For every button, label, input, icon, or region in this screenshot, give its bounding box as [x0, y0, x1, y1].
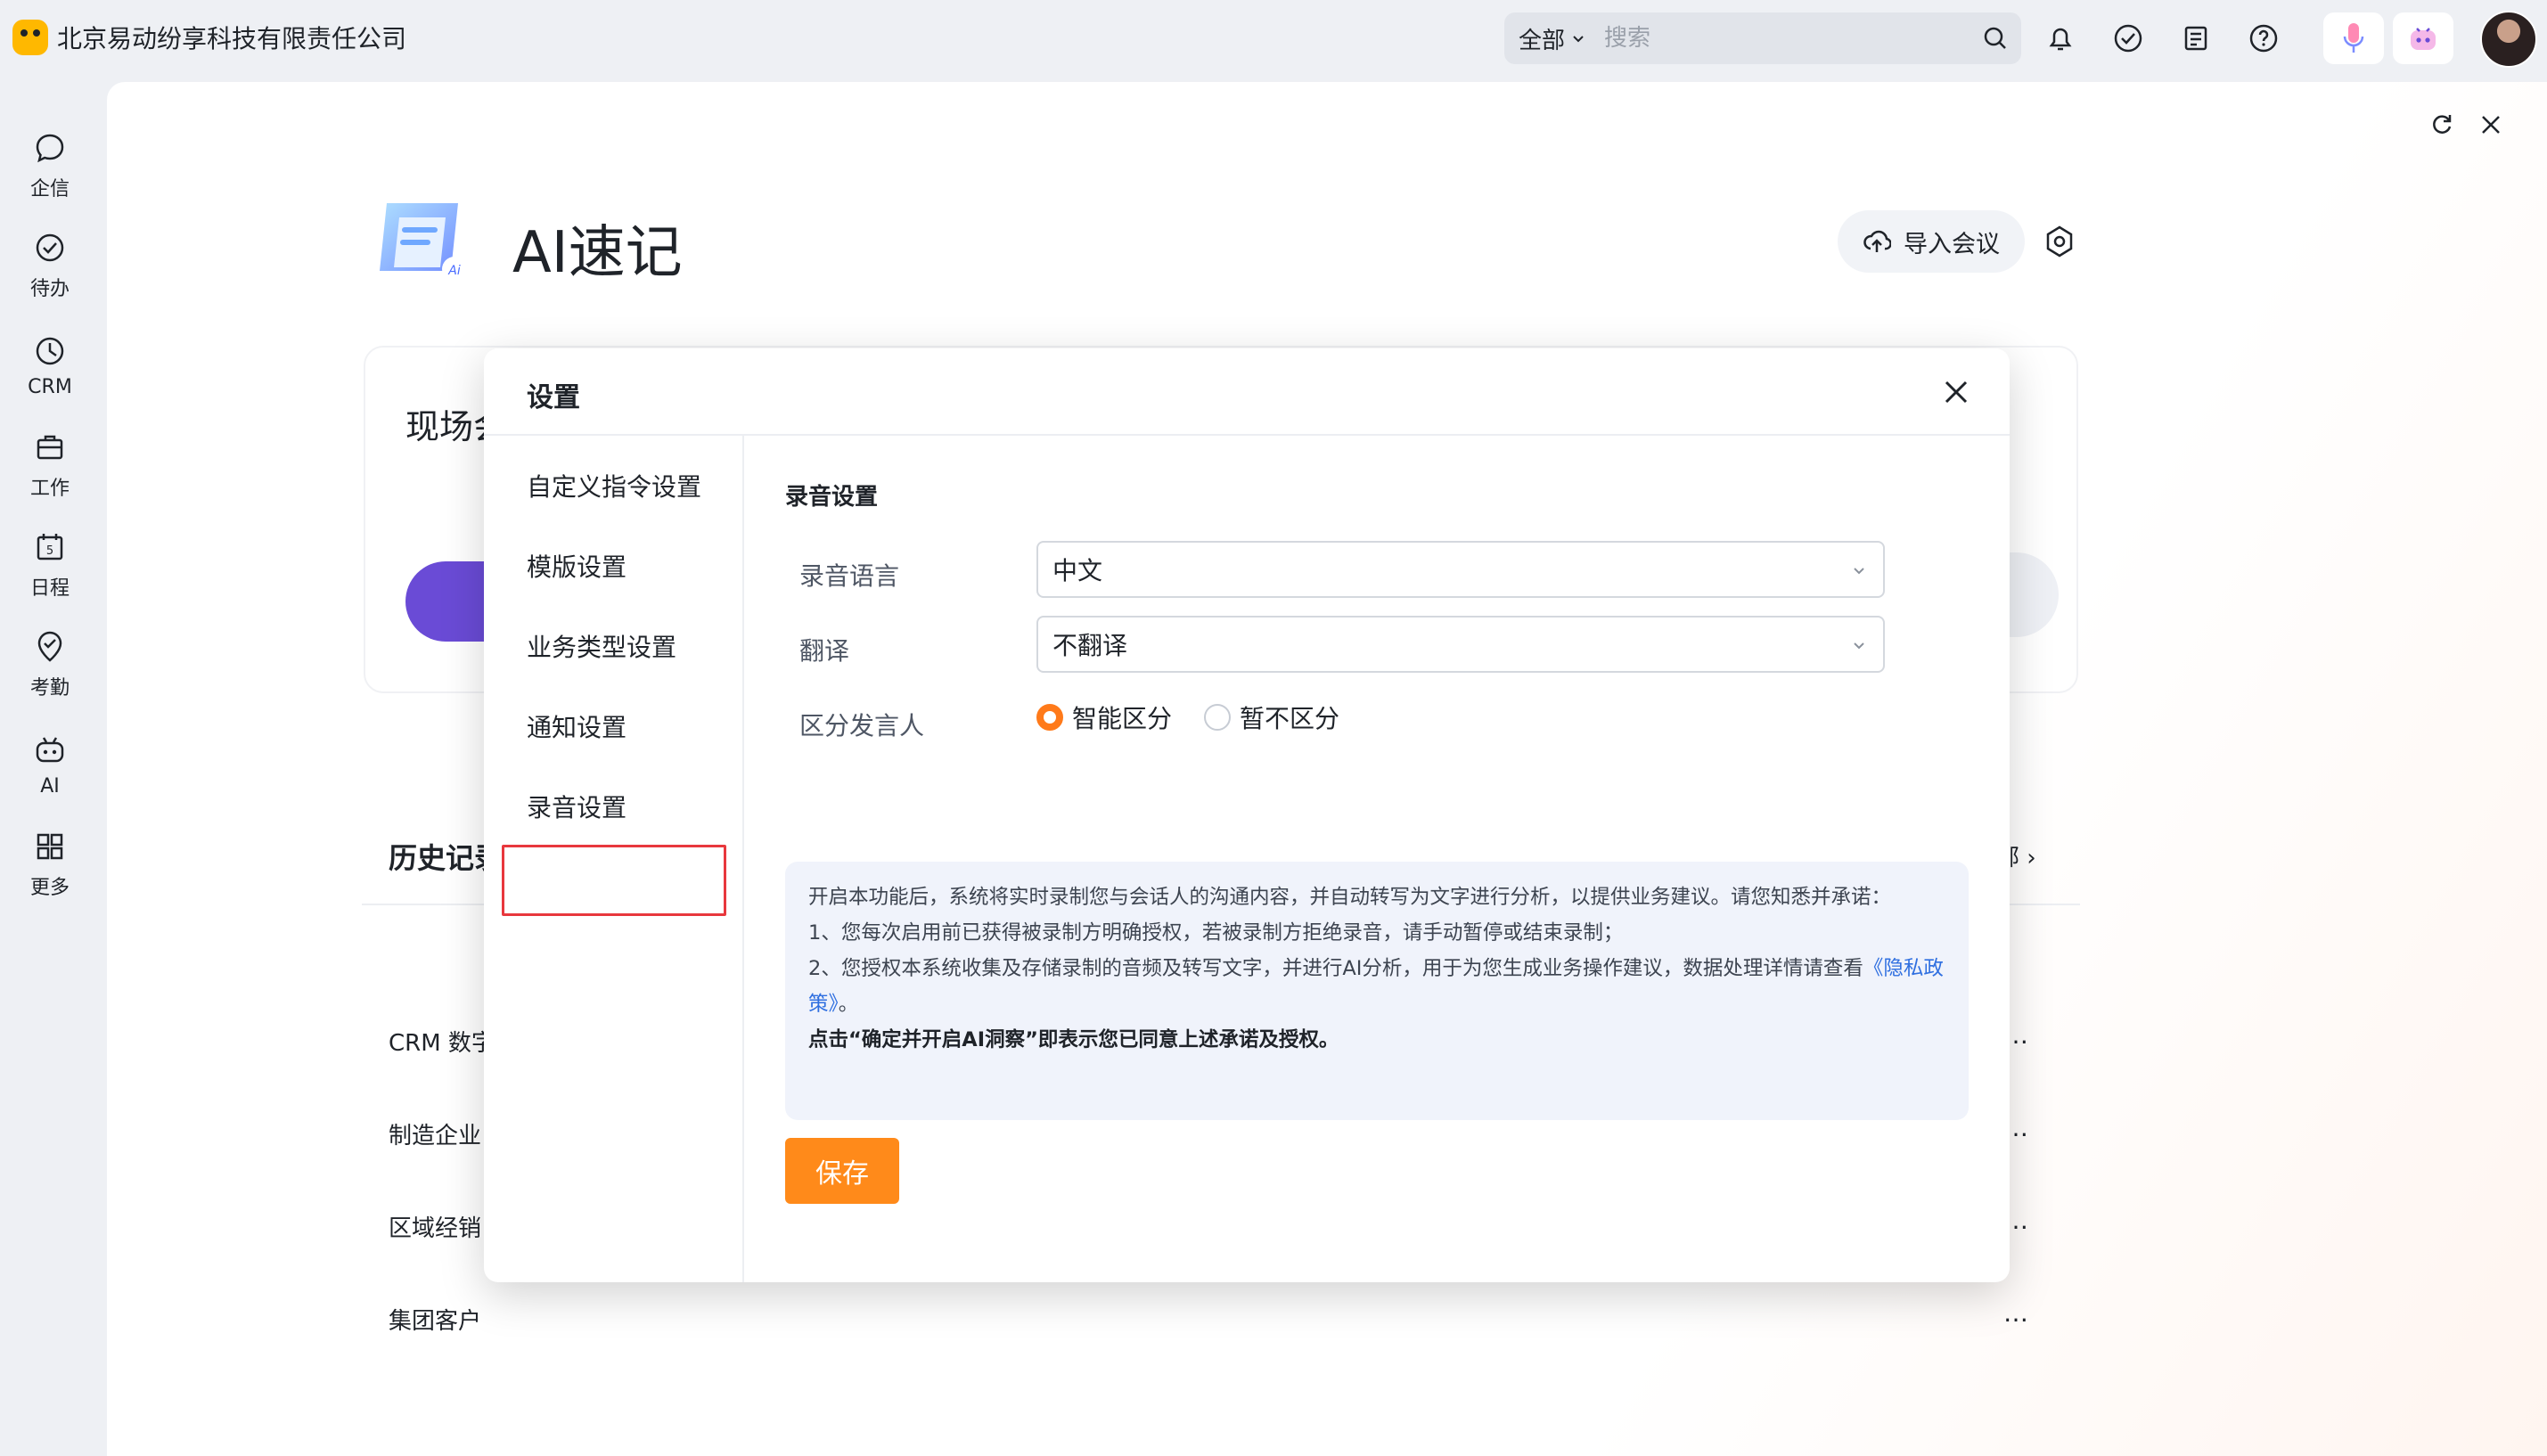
nav-label: 日程: [29, 577, 70, 600]
sidebar-item-business-types[interactable]: 业务类型设置: [527, 628, 676, 664]
microphone-icon[interactable]: [2323, 12, 2384, 64]
briefcase-icon: [37, 435, 63, 460]
notice-confirm: 点击“确定并开启AI洞察”即表示您已同意上述承诺及授权。: [808, 1028, 1339, 1051]
translate-select[interactable]: 不翻译: [1036, 616, 1885, 673]
translate-label: 翻译: [799, 636, 850, 666]
nav-item-messages[interactable]: 企信: [0, 116, 100, 216]
radio-smart-speaker[interactable]: 智能区分: [1036, 699, 1172, 735]
document-icon[interactable]: [2175, 18, 2216, 59]
modal-close-icon[interactable]: [1934, 370, 1978, 414]
grid-icon: [37, 833, 63, 860]
recording-notice: 开启本功能后，系统将实时录制您与会话人的沟通内容，并自动转写为文字进行分析，以提…: [785, 862, 1969, 1120]
nav-label: CRM: [28, 375, 72, 398]
search-icon[interactable]: [1970, 12, 2021, 64]
nav-label: 待办: [29, 278, 70, 300]
sidebar-item-notifications[interactable]: 通知设置: [527, 708, 627, 744]
speaker-label: 区分发言人: [799, 711, 925, 740]
nav-item-todo[interactable]: 待办: [0, 216, 100, 315]
radio-no-speaker[interactable]: 暂不区分: [1204, 699, 1339, 735]
nav-item-work[interactable]: 工作: [0, 415, 100, 515]
check-circle-icon: [36, 233, 64, 262]
notice-paragraph: 1、您每次启用前已获得被录制方明确授权，若被录制方拒绝录音，请手动暂停或结束录制…: [808, 921, 1624, 945]
sidebar-item-custom-commands[interactable]: 自定义指令设置: [527, 468, 701, 503]
recording-settings-panel: 录音设置 录音语言 中文 翻译 不翻译 区分发言人 智能区分 暂不区分 开启本功…: [744, 436, 2010, 1282]
radio-dot: [1204, 704, 1232, 731]
ai-notes-logo-icon: Ai: [380, 203, 467, 282]
user-avatar[interactable]: [2480, 11, 2537, 68]
bell-icon[interactable]: [2040, 18, 2081, 59]
notice-paragraph: 开启本功能后，系统将实时录制您与会话人的沟通内容，并自动转写为文字进行分析，以提…: [808, 886, 1892, 909]
help-icon[interactable]: [2243, 18, 2284, 59]
company-logo-icon: [12, 20, 48, 55]
selected-sidebar-highlight: [502, 845, 726, 916]
nav-item-crm[interactable]: CRM: [0, 315, 100, 415]
svg-text:5: 5: [46, 544, 53, 558]
history-row[interactable]: 集团客户: [389, 1303, 481, 1336]
nav-item-calendar[interactable]: 5 日程: [0, 515, 100, 615]
settings-gear-icon[interactable]: [2041, 223, 2078, 260]
search-scope-dropdown[interactable]: 全部: [1504, 22, 1604, 55]
history-row[interactable]: 制造企业: [389, 1117, 481, 1150]
nav-label: AI: [40, 774, 60, 798]
language-select[interactable]: 中文: [1036, 541, 1885, 598]
translate-value: 不翻译: [1052, 631, 1128, 660]
company-header[interactable]: 北京易动纷享科技有限责任公司: [12, 20, 406, 55]
history-row-ellipsis: …: [2003, 1298, 2028, 1328]
chevron-down-icon: [1854, 568, 1864, 575]
sidebar-item-recording[interactable]: 录音设置: [527, 789, 627, 824]
nav-label: 企信: [29, 178, 70, 200]
nav-label: 更多: [29, 877, 70, 899]
language-value: 中文: [1052, 556, 1103, 585]
global-search: 全部: [1504, 12, 2021, 64]
import-meeting-button[interactable]: 导入会议: [1838, 210, 2025, 273]
history-row[interactable]: 区域经销: [389, 1210, 481, 1243]
left-nav: 企信 待办 CRM 工作 5 日程 考勤 AI 更多: [0, 116, 100, 914]
modal-header: 设置: [484, 348, 2010, 436]
settings-modal: 设置 自定义指令设置 模版设置 业务类型设置 通知设置 录音设置 录音设置 录音…: [484, 348, 2010, 1282]
ai-bot-icon[interactable]: [2393, 12, 2453, 64]
robot-icon: [36, 736, 64, 762]
nav-item-ai[interactable]: AI: [0, 715, 100, 814]
import-meeting-label: 导入会议: [1904, 230, 2000, 258]
calendar-icon: 5: [37, 534, 63, 560]
history-row[interactable]: CRM 数字: [389, 1025, 495, 1058]
todo-check-icon[interactable]: [2108, 18, 2149, 59]
nav-item-attendance[interactable]: 考勤: [0, 615, 100, 715]
radio-label: 智能区分: [1072, 704, 1173, 733]
chat-bubble-icon: [36, 134, 64, 163]
nav-item-more[interactable]: 更多: [0, 814, 100, 914]
location-check-icon: [37, 631, 62, 662]
svg-text:Ai: Ai: [447, 264, 461, 278]
language-label: 录音语言: [799, 561, 900, 591]
sidebar-item-templates[interactable]: 模版设置: [527, 548, 627, 584]
chevron-down-icon: [1573, 36, 1584, 43]
save-button[interactable]: 保存: [785, 1138, 899, 1204]
modal-title: 设置: [527, 382, 580, 413]
nav-label: 考勤: [29, 677, 70, 699]
notice-paragraph: 2、您授权本系统收集及存储录制的音频及转写文字，并进行AI分析，用于为您生成业务…: [808, 957, 1944, 1016]
speaker-radio-group: 智能区分 暂不区分: [1036, 699, 1339, 735]
refresh-icon[interactable]: [2424, 107, 2460, 143]
company-name: 北京易动纷享科技有限责任公司: [57, 24, 407, 53]
top-bar: 北京易动纷享科技有限责任公司 全部: [0, 0, 2547, 80]
cloud-upload-icon: [1863, 230, 1891, 252]
clock-icon: [36, 337, 64, 364]
close-icon[interactable]: [2473, 107, 2509, 143]
radio-label: 暂不区分: [1240, 704, 1340, 733]
radio-dot-checked: [1036, 704, 1063, 731]
search-input[interactable]: [1604, 25, 1970, 52]
chevron-down-icon: [1854, 642, 1864, 650]
page-title: AI速记: [512, 220, 683, 286]
search-scope-label: 全部: [1519, 27, 1566, 54]
nav-label: 工作: [29, 478, 70, 500]
section-title: 录音设置: [785, 484, 879, 511]
